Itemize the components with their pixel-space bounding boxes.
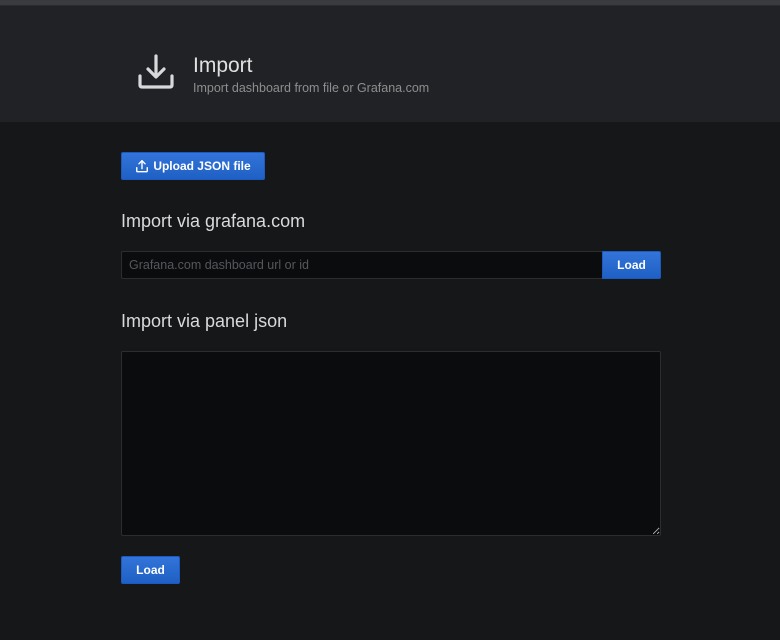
upload-json-button[interactable]: Upload JSON file: [121, 152, 265, 180]
grafana-com-load-button[interactable]: Load: [602, 251, 661, 279]
page-header: Import Import dashboard from file or Gra…: [0, 6, 780, 122]
panel-json-section-title: Import via panel json: [121, 311, 288, 331]
upload-icon: [136, 160, 149, 173]
grafana-com-url-input[interactable]: [121, 251, 603, 279]
upload-json-label: Upload JSON file: [153, 159, 251, 173]
panel-json-textarea[interactable]: [121, 351, 661, 536]
page-subtitle: Import dashboard from file or Grafana.co…: [193, 81, 430, 95]
main-content: Upload JSON file Import via grafana.com …: [0, 122, 780, 640]
grafana-com-section-title: Import via grafana.com: [121, 211, 306, 231]
page-title: Import: [193, 54, 253, 77]
panel-json-load-button[interactable]: Load: [121, 556, 180, 584]
download-icon: [136, 52, 176, 92]
